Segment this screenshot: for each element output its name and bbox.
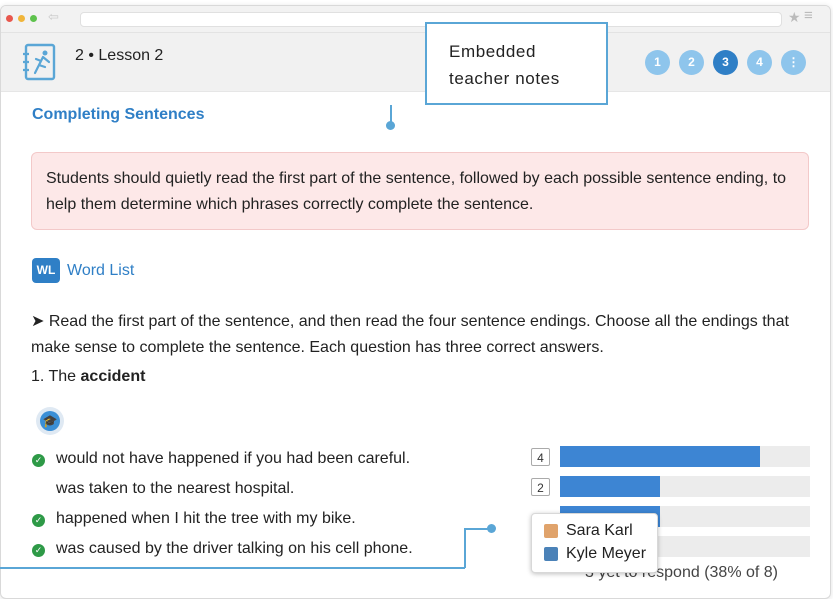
step-1-button[interactable]: 1	[645, 50, 670, 75]
correct-check-icon: ✓	[32, 454, 45, 467]
question-stem: 1. The accident	[31, 368, 145, 386]
responder-name: Sara Karl	[566, 522, 633, 539]
instructions: ➤ Read the first part of the sentence, a…	[31, 313, 789, 356]
answer-option[interactable]: would not have happened if you had been …	[56, 450, 410, 468]
lesson-activity-icon	[23, 43, 56, 81]
lesson-title: 2 • Lesson 2	[75, 47, 164, 64]
response-count: 2	[531, 478, 550, 496]
callout-leader-dot	[386, 121, 395, 130]
teacher-note: Students should quietly read the first p…	[31, 152, 809, 230]
close-window-button[interactable]	[6, 15, 13, 22]
word-list-link[interactable]: Word List	[67, 262, 134, 280]
browser-window: ⇦ ★ ≡ 2 • Lesson 2 1 2 3 4 ⋮ Completing …	[0, 5, 831, 599]
avatar	[544, 547, 558, 561]
step-3-button[interactable]: 3	[713, 50, 738, 75]
question-prefix: 1. The	[31, 368, 81, 385]
star-icon[interactable]: ★	[788, 9, 801, 26]
response-bar-track	[560, 476, 810, 497]
response-bar[interactable]	[560, 446, 760, 467]
callout-leader-line	[464, 528, 466, 568]
minimize-window-button[interactable]	[18, 15, 25, 22]
callout-leader-dot	[487, 524, 496, 533]
callout-text: Embedded teacher notes	[449, 42, 560, 88]
more-steps-button[interactable]: ⋮	[781, 50, 806, 75]
avatar	[544, 524, 558, 538]
answer-option[interactable]: was caused by the driver talking on his …	[56, 540, 413, 558]
graduation-cap-icon: 🎓	[40, 411, 60, 431]
step-4-button[interactable]: 4	[747, 50, 772, 75]
section-title: Completing Sentences	[32, 106, 205, 123]
answer-option[interactable]: was taken to the nearest hospital.	[56, 480, 294, 498]
browser-titlebar: ⇦ ★ ≡	[1, 6, 830, 33]
correct-check-icon: ✓	[32, 544, 45, 557]
maximize-window-button[interactable]	[30, 15, 37, 22]
response-count: 4	[531, 448, 550, 466]
correct-check-icon: ✓	[32, 514, 45, 527]
question-keyword: accident	[80, 368, 146, 385]
step-2-button[interactable]: 2	[679, 50, 704, 75]
annotation-callout: Embedded teacher notes	[425, 22, 608, 105]
answer-option[interactable]: happened when I hit the tree with my bik…	[56, 510, 356, 528]
callout-leader-line	[0, 567, 465, 569]
response-bar[interactable]	[560, 476, 660, 497]
responder-name: Kyle Meyer	[566, 545, 647, 562]
response-bar-track	[560, 446, 810, 467]
lesson-header: 2 • Lesson 2 1 2 3 4 ⋮	[1, 33, 830, 92]
responders-tooltip: Sara Karl Kyle Meyer	[531, 513, 658, 573]
menu-icon[interactable]: ≡	[804, 7, 813, 24]
back-arrow-icon[interactable]: ⇦	[48, 9, 59, 25]
word-list-icon[interactable]: WL	[32, 258, 60, 283]
teacher-view-icon[interactable]: 🎓	[36, 407, 64, 435]
